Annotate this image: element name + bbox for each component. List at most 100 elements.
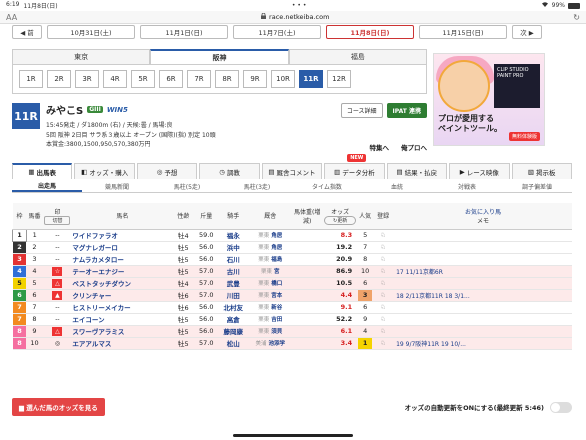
register-cell[interactable]: ♘ <box>372 337 395 350</box>
register-cell[interactable]: ♘ <box>372 277 395 290</box>
register-cell[interactable]: ♘ <box>372 241 395 254</box>
memo-cell[interactable] <box>394 253 572 266</box>
register-horse-icon[interactable]: ♘ <box>380 255 386 263</box>
mark-cell[interactable]: ◎ <box>42 337 73 350</box>
date-tab[interactable]: 11月7日(土) <box>233 25 321 39</box>
mark-toggle-button[interactable]: 切替 <box>44 215 71 225</box>
register-horse-icon[interactable]: ♘ <box>380 303 386 311</box>
mark-cell[interactable]: -- <box>42 301 73 314</box>
memo-cell[interactable] <box>394 301 572 314</box>
mark-cell[interactable]: -- <box>42 241 73 254</box>
jockey-link[interactable]: 福永 <box>218 229 249 242</box>
register-cell[interactable]: ♘ <box>372 253 395 266</box>
horse-name-link[interactable]: クリンチャー <box>72 289 173 302</box>
odds-update-button[interactable]: ↻更新 <box>324 215 357 225</box>
view-selected-odds-button[interactable]: ▆ 選んだ馬のオッズを見る <box>12 398 105 416</box>
memo-cell[interactable] <box>394 229 572 242</box>
ad-cta-button[interactable]: 無料体験版 <box>508 132 540 141</box>
pro-link[interactable]: 俺プロへ <box>401 142 427 152</box>
subtab-matchup[interactable]: 対戦表 <box>432 181 502 192</box>
jockey-link[interactable]: 石川 <box>218 253 249 266</box>
memo-cell[interactable] <box>394 241 572 254</box>
next-date-button[interactable]: 次 ▶ <box>512 25 542 39</box>
horse-name-link[interactable]: ワイドファラオ <box>72 229 173 242</box>
memo-cell[interactable]: 17 11/11京都6R <box>394 265 572 278</box>
trainer-link[interactable]: 角居 <box>271 233 282 239</box>
subtab-condition[interactable]: 調子偏差値 <box>502 181 572 192</box>
jockey-link[interactable]: 浜中 <box>218 241 249 254</box>
text-size-button[interactable]: AA <box>6 13 17 22</box>
horse-name-link[interactable]: ナムラカメタロー <box>72 253 173 266</box>
jockey-link[interactable]: 北村友 <box>218 301 249 314</box>
jockey-link[interactable]: 藤岡康 <box>218 325 249 338</box>
register-cell[interactable]: ♘ <box>372 325 395 338</box>
tab-odds[interactable]: ◧ オッズ・購入 <box>74 163 135 179</box>
jockey-link[interactable]: 高倉 <box>218 313 249 326</box>
horse-name-link[interactable]: マグナレガーロ <box>72 241 173 254</box>
venue-tab[interactable]: 福島 <box>288 49 427 64</box>
mark-cell[interactable]: ▲ <box>42 289 73 302</box>
race-tab[interactable]: 5R <box>131 70 155 88</box>
horse-name-link[interactable]: テーオーエナジー <box>72 265 173 278</box>
url-field[interactable]: race.netkeiba.com <box>261 12 329 21</box>
tab-training[interactable]: ◷ 調教 <box>199 163 260 179</box>
race-tab[interactable]: 10R <box>271 70 295 88</box>
venue-tab[interactable]: 東京 <box>12 49 151 64</box>
auto-update-toggle[interactable] <box>550 401 572 413</box>
advertisement[interactable]: CLIP STUDIO PAINT PRO プロが愛用する ペイントツール。 無… <box>433 53 545 146</box>
register-horse-icon[interactable]: ♘ <box>380 231 386 239</box>
reload-icon[interactable]: ↻ <box>573 13 580 22</box>
tab-video[interactable]: ▶ レース映像 <box>449 163 510 179</box>
horse-name-link[interactable]: エイコーン <box>72 313 173 326</box>
jockey-link[interactable]: 古川 <box>218 265 249 278</box>
mark-cell[interactable]: -- <box>42 253 73 266</box>
register-cell[interactable]: ♘ <box>372 313 395 326</box>
memo-cell[interactable] <box>394 325 572 338</box>
mark-cell[interactable]: -- <box>42 229 73 242</box>
date-tab[interactable]: 11月1日(日) <box>140 25 228 39</box>
ipat-button[interactable]: IPAT 連携 <box>386 103 427 118</box>
subtab-newspaper[interactable]: 競馬新聞 <box>82 181 152 192</box>
register-horse-icon[interactable]: ♘ <box>380 279 386 287</box>
memo-cell[interactable]: 19 9/7阪神11R 19 10/... <box>394 337 572 350</box>
subtab-time-index[interactable]: タイム指数 <box>292 181 362 192</box>
race-tab[interactable]: 8R <box>215 70 239 88</box>
race-tab[interactable]: 3R <box>75 70 99 88</box>
horse-name-link[interactable]: スワーヴアラミス <box>72 325 173 338</box>
race-tab[interactable]: 2R <box>47 70 71 88</box>
tab-shutsuba[interactable]: ▦ 出馬表 <box>12 163 73 179</box>
course-detail-button[interactable]: コース詳細 <box>340 103 383 118</box>
trainer-link[interactable]: 吉田 <box>271 317 282 323</box>
jockey-link[interactable]: 松山 <box>218 337 249 350</box>
register-cell[interactable]: ♘ <box>372 289 395 302</box>
race-tab-active[interactable]: 11R <box>299 70 323 88</box>
register-horse-icon[interactable]: ♘ <box>380 315 386 323</box>
subtab-past5[interactable]: 馬柱(5走) <box>152 181 222 192</box>
trainer-link[interactable]: 宮本 <box>271 293 282 299</box>
memo-cell[interactable]: 18 2/11京都11R 18 3/1... <box>394 289 572 302</box>
memo-cell[interactable] <box>394 277 572 290</box>
mark-cell[interactable]: -- <box>42 313 73 326</box>
trainer-link[interactable]: 福島 <box>271 257 282 263</box>
race-tab[interactable]: 4R <box>103 70 127 88</box>
date-tab-active[interactable]: 11月8日(日) <box>326 25 414 39</box>
favorite-horse-link[interactable]: お気に入り馬 <box>394 207 572 216</box>
venue-tab-active[interactable]: 阪神 <box>150 49 289 64</box>
register-horse-icon[interactable]: ♘ <box>380 339 386 347</box>
tab-results[interactable]: ▤ 結果・払戻 <box>386 163 448 179</box>
horse-name-link[interactable]: ヒストリーメイカー <box>72 301 173 314</box>
race-tab[interactable]: 7R <box>187 70 211 88</box>
mark-cell[interactable]: △ <box>42 277 73 290</box>
trainer-link[interactable]: 須貝 <box>271 329 282 335</box>
race-tab[interactable]: 1R <box>19 70 43 88</box>
memo-cell[interactable] <box>394 313 572 326</box>
trainer-link[interactable]: 角居 <box>271 245 282 251</box>
register-cell[interactable]: ♘ <box>372 229 395 242</box>
mark-cell[interactable]: △ <box>42 325 73 338</box>
register-cell[interactable]: ♘ <box>372 265 395 278</box>
race-tab[interactable]: 12R <box>327 70 351 88</box>
prev-date-button[interactable]: ◀ 前 <box>12 25 42 39</box>
horse-name-link[interactable]: エアアルマス <box>72 337 173 350</box>
register-horse-icon[interactable]: ♘ <box>380 327 386 335</box>
tab-prediction[interactable]: ◎ 予想 <box>136 163 198 179</box>
